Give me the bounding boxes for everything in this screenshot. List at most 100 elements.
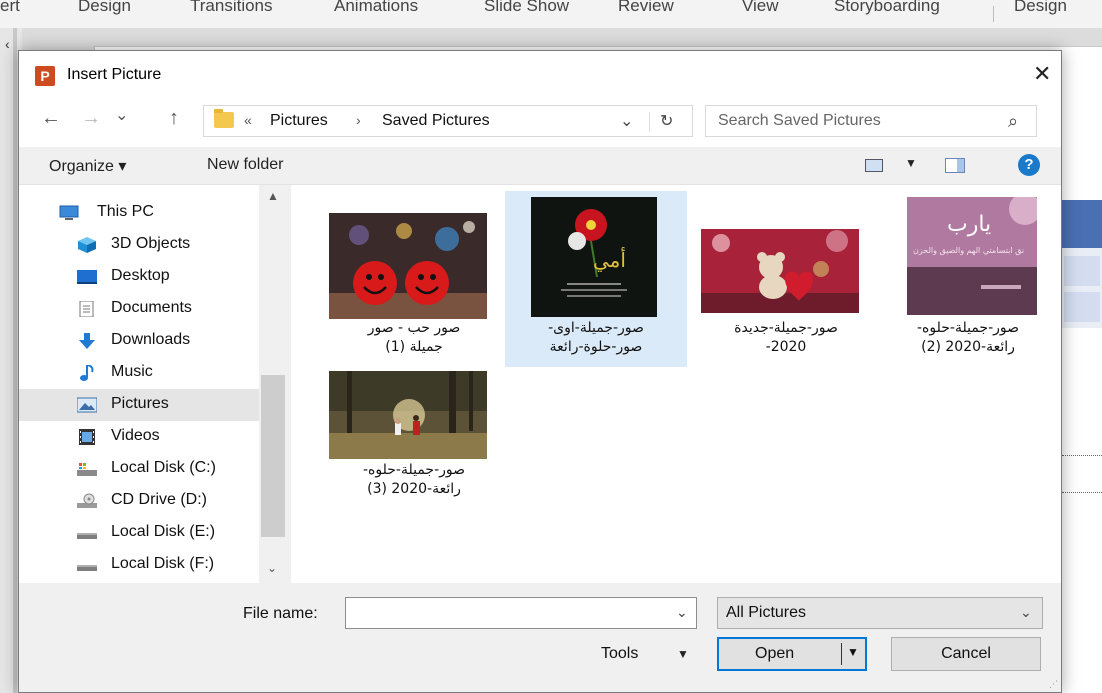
svg-text:أمي: أمي [593,247,626,273]
address-dropdown-icon[interactable]: ⌄ [620,111,633,131]
forward-arrow-icon[interactable]: → [81,107,101,130]
help-icon[interactable]: ? [1018,154,1040,176]
thumbnail-image: يارب نق ابتسامتي الهم والضيق والحزن [907,197,1037,315]
sidebar-item-this-pc[interactable]: This PC [19,197,259,229]
ribbon-tab-storyboarding[interactable]: Storyboarding [834,0,940,16]
file-type-value: All Pictures [726,604,807,621]
sidebar-item-pictures[interactable]: Pictures [19,389,259,421]
sidebar-item-label: Videos [111,427,160,444]
file-name-field[interactable]: ⌄ [345,597,697,629]
new-folder-button[interactable]: New folder [207,156,283,174]
breadcrumb-pictures[interactable]: Pictures [270,112,328,130]
sidebar-item-cd-drive-d[interactable]: CD Drive (D:) [19,485,259,517]
file-item[interactable]: -صور-جميلة-حلوه (3) رائعة-2020 [323,367,505,543]
thumbnail-image [701,229,859,313]
file-item[interactable]: صور-جميلة-جديدة -2020 [695,191,877,367]
videos-icon [79,429,95,445]
dialog-footer: File name: ⌄ All Pictures ⌄ Tools ▼ Open… [19,583,1061,692]
sidebar-item-local-disk-e[interactable]: Local Disk (E:) [19,517,259,549]
ribbon-tab-animations[interactable]: Animations [334,0,418,16]
up-arrow-icon[interactable]: ↑ [169,107,179,130]
refresh-icon[interactable]: ↻ [660,111,673,131]
sidebar-item-label: This PC [97,203,154,220]
sidebar-item-documents[interactable]: Documents [19,293,259,325]
drive-c-icon [77,463,97,476]
sidebar-item-label: CD Drive (D:) [111,491,207,508]
slide-table-header [1062,200,1102,248]
folder-icon [214,109,234,128]
file-name: صور-جميلة-جديدة -2020 [734,320,838,355]
file-type-select[interactable]: All Pictures ⌄ [717,597,1043,629]
file-name-dropdown-icon[interactable]: ⌄ [676,604,688,621]
sidebar-item-downloads[interactable]: Downloads [19,325,259,357]
scroll-down-icon[interactable]: ⌄ [267,561,277,575]
slide-placeholder-border [1062,492,1102,493]
slide-table-cell [1064,256,1100,286]
open-dropdown-icon[interactable]: ▼ [847,645,859,659]
close-button[interactable]: ✕ [1033,61,1051,87]
sidebar-item-videos[interactable]: Videos [19,421,259,453]
ribbon-tab-review[interactable]: Review [618,0,674,16]
downloads-icon [79,333,95,349]
sidebar-scrollbar[interactable]: ▲ ⌄ [259,185,287,583]
scroll-up-icon[interactable]: ▲ [267,189,279,203]
organize-menu[interactable]: Organize ▾ [49,156,126,176]
recent-locations-chevron-icon[interactable]: ⌄ [115,105,128,125]
sidebar-item-music[interactable]: Music [19,357,259,389]
powerpoint-app-icon: P [35,66,55,86]
command-bar: Organize ▾ New folder ▼ ? [19,147,1061,185]
sidebar-item-label: Downloads [111,331,191,348]
sidebar-item-label: 3D Objects [111,235,191,252]
file-name: -صور-جميلة-حلوه (2) رائعة-2020 [916,320,1020,355]
open-button[interactable]: Open ▼ [717,637,867,671]
ribbon-tab-insert[interactable]: ert [0,0,20,16]
ribbon-tab-transitions[interactable]: Transitions [190,0,273,16]
dialog-title: Insert Picture [67,66,162,83]
sidebar-item-label: Desktop [111,267,170,284]
cancel-button[interactable]: Cancel [891,637,1041,671]
tools-menu[interactable]: Tools [601,645,638,663]
sidebar-item-local-disk-c[interactable]: Local Disk (C:) [19,453,259,485]
view-dropdown-icon[interactable]: ▼ [905,156,917,170]
sidebar-item-3d-objects[interactable]: 3D Objects [19,229,259,261]
file-item[interactable]: يارب نق ابتسامتي الهم والضيق والحزن -صور… [877,191,1059,367]
documents-icon [79,301,94,317]
slide-table [1062,200,1102,328]
back-arrow-icon[interactable]: ← [41,107,61,130]
scrollbar-thumb[interactable] [261,375,285,537]
breadcrumb-overflow[interactable]: « [244,112,252,128]
editor-left-rule [13,28,17,693]
search-icon[interactable]: ⌕ [1008,111,1018,132]
change-view-icon[interactable] [865,159,883,172]
breadcrumb-separator[interactable]: › [356,112,361,128]
search-box[interactable]: Search Saved Pictures ⌕ [705,105,1037,137]
breadcrumb-saved-pictures[interactable]: Saved Pictures [382,112,490,130]
tools-dropdown-icon[interactable]: ▼ [677,647,689,661]
file-name-label: File name: [243,605,318,622]
svg-text:يارب: يارب [947,212,991,237]
ribbon-tab-design[interactable]: Design [78,0,131,16]
file-name: -صور-جميلة-اوى صور-حلوة-رائعة [548,320,644,355]
ribbon-tab-view[interactable]: View [742,0,779,16]
preview-pane-icon[interactable] [945,158,965,173]
search-input[interactable]: Search Saved Pictures [718,112,881,130]
ribbon-tab-slide-show[interactable]: Slide Show [484,0,569,16]
file-item[interactable]: أمي -صور-جميلة-اوى صور-حلوة-رائعة [505,191,687,367]
sidebar-item-label: Documents [111,299,192,316]
file-item[interactable]: صور حب - صور (1) جميلة [323,191,505,367]
dialog-titlebar[interactable]: P Insert Picture ✕ [19,51,1061,95]
drive-icon [77,533,97,539]
sidebar-item-local-disk-f[interactable]: Local Disk (F:) [19,549,259,581]
ribbon-separator [993,6,994,22]
sidebar-item-desktop[interactable]: Desktop [19,261,259,293]
file-type-dropdown-icon[interactable]: ⌄ [1020,604,1032,621]
sidebar-item-label: Local Disk (C:) [111,459,216,476]
sidebar-item-label: Music [111,363,153,380]
ribbon-tab-design-contextual[interactable]: Design [1014,0,1067,16]
address-bar[interactable]: « Pictures › Saved Pictures ⌄ ↻ [203,105,693,137]
collapse-chevron-icon[interactable]: ‹ [5,36,10,52]
resize-grip-icon[interactable]: ⋰ [1049,679,1058,690]
navigation-pane: This PC 3D Objects Desktop Documents Dow… [19,185,287,583]
sidebar-item-label: Local Disk (E:) [111,523,216,540]
ribbon-tab-strip: ert Design Transitions Animations Slide … [0,0,1102,28]
